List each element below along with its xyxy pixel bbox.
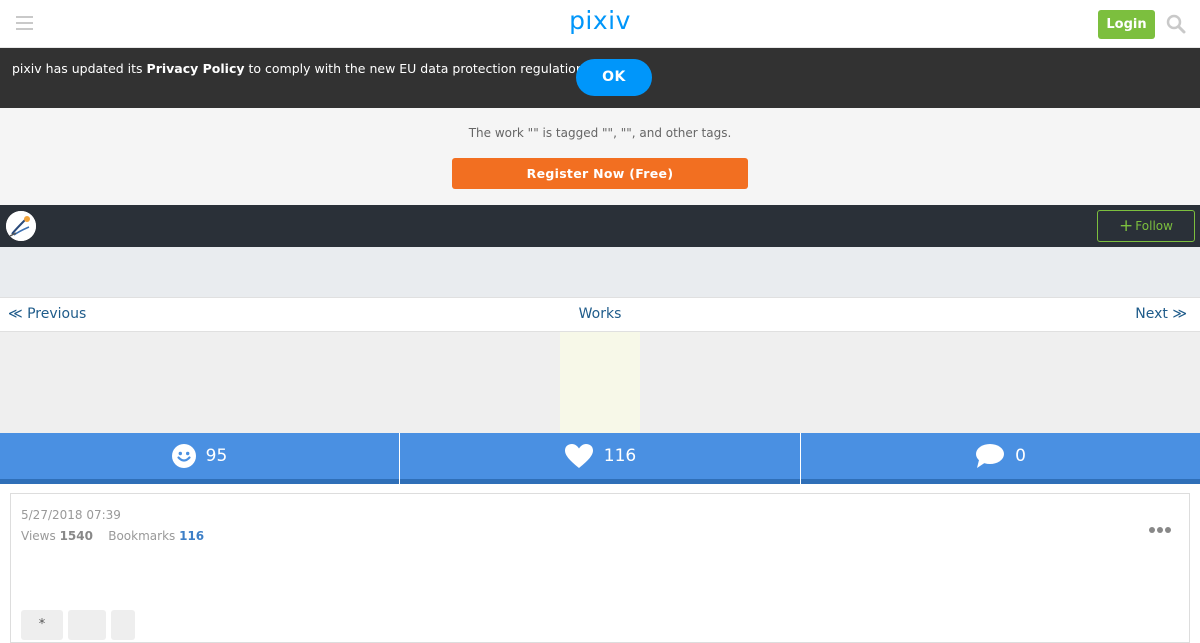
previous-link[interactable]: ≪ Previous xyxy=(8,306,86,322)
heart-icon xyxy=(564,444,593,468)
banner-text-end: to comply with the new EU data protectio… xyxy=(244,61,588,76)
bookmark-count: 116 xyxy=(603,446,637,466)
privacy-policy-link[interactable]: Privacy Policy xyxy=(147,61,245,76)
register-button[interactable]: Register Now (Free) xyxy=(452,158,748,189)
work-details-card: 5/27/2018 07:39 Views 1540 Bookmarks 116… xyxy=(10,493,1190,643)
post-date: 5/27/2018 07:39 xyxy=(21,508,121,522)
pixiv-logo[interactable]: pixiv xyxy=(0,6,1200,35)
avatar[interactable] xyxy=(6,211,36,241)
views-label: Views xyxy=(21,529,56,543)
avatar-image xyxy=(6,211,36,241)
follow-button[interactable]: + Follow xyxy=(1097,210,1195,242)
comment-count: 0 xyxy=(1015,446,1026,466)
spacer-strip xyxy=(0,247,1200,297)
more-options-icon[interactable] xyxy=(1149,518,1175,533)
follow-label: Follow xyxy=(1135,219,1173,233)
artwork-area xyxy=(0,332,1200,433)
smiley-icon xyxy=(171,444,196,468)
top-bar: pixiv Login xyxy=(0,0,1200,48)
like-count: 95 xyxy=(205,446,228,466)
views-count: 1540 xyxy=(59,529,93,543)
tag-chip[interactable] xyxy=(111,610,135,640)
artwork-image[interactable] xyxy=(560,332,640,433)
works-link[interactable]: Works xyxy=(579,306,622,322)
next-link[interactable]: Next ≫ xyxy=(1135,306,1187,322)
tag-chip[interactable]: * xyxy=(21,610,63,640)
work-navigation: ≪ Previous Works Next ≫ xyxy=(0,297,1200,332)
bookmark-stat[interactable]: 116 xyxy=(400,433,800,479)
promo-text: The work "" is tagged "", "", and other … xyxy=(468,126,732,140)
ok-button[interactable]: OK xyxy=(576,59,652,96)
stats-bar: 95 116 0 xyxy=(0,433,1200,484)
plus-icon: + xyxy=(1119,216,1134,236)
bookmarks-count[interactable]: 116 xyxy=(179,529,204,543)
login-button[interactable]: Login xyxy=(1098,10,1155,39)
comment-stat[interactable]: 0 xyxy=(801,433,1200,479)
search-icon[interactable] xyxy=(1166,14,1186,34)
privacy-banner: pixiv has updated its Privacy Policy to … xyxy=(0,48,1200,108)
work-meta: Views 1540 Bookmarks 116 xyxy=(21,529,204,543)
user-bar: + Follow xyxy=(0,205,1200,247)
like-stat[interactable]: 95 xyxy=(0,433,399,479)
bookmarks-label: Bookmarks xyxy=(108,529,176,543)
banner-text-start: pixiv has updated its xyxy=(12,61,147,76)
tag-chip[interactable] xyxy=(68,610,106,640)
privacy-banner-text: pixiv has updated its Privacy Policy to … xyxy=(12,62,588,76)
register-promo: The work "" is tagged "", "", and other … xyxy=(0,108,1200,205)
comment-icon xyxy=(976,444,1005,468)
